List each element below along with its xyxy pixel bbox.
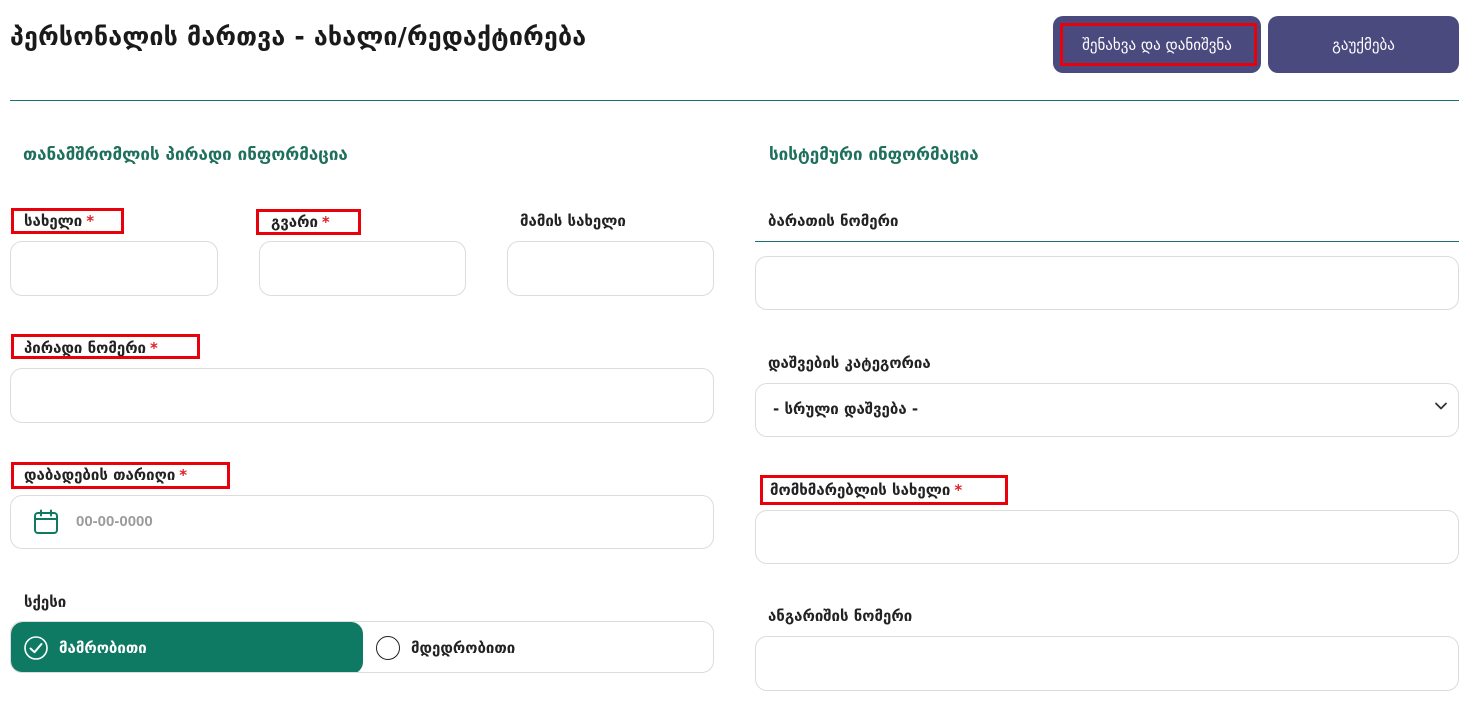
account-number-label: ანგარიშის ნომერი (768, 607, 913, 625)
birth-date-label: დაბადების თარიღი * (24, 466, 187, 484)
access-category-select[interactable]: - სრული დაშვება - (755, 383, 1459, 437)
personal-id-input[interactable] (10, 368, 714, 423)
birth-date-label-text: დაბადების თარიღი (24, 466, 176, 484)
birth-date-placeholder: 00-00-0000 (76, 513, 153, 530)
first-name-input[interactable] (10, 241, 218, 296)
save-and-assign-button[interactable]: შენახვა და დანიშვნა (1053, 16, 1261, 73)
last-name-label: გვარი * (271, 213, 330, 231)
access-category-label: დაშვების კატეგორია (768, 354, 931, 372)
account-number-input[interactable] (755, 636, 1459, 691)
gender-radio-group: მამრობითი მდედრობითი (10, 621, 714, 673)
gender-option-male[interactable]: მამრობითი (11, 622, 363, 672)
gender-option-male-label: მამრობითი (59, 639, 147, 657)
required-mark: * (179, 466, 188, 484)
personal-id-label: პირადი ნომერი * (24, 339, 158, 357)
cancel-button[interactable]: გაუქმება (1268, 16, 1459, 73)
gender-option-female[interactable]: მდედრობითი (363, 622, 713, 672)
personal-info-section-title: თანამშრომლის პირადი ინფორმაცია (23, 145, 348, 165)
father-name-input[interactable] (507, 241, 714, 296)
required-mark: * (150, 339, 158, 357)
calendar-icon[interactable] (33, 509, 59, 535)
father-name-label: მამის სახელი (520, 212, 626, 230)
username-input[interactable] (755, 510, 1459, 564)
access-category-value: - სრული დაშვება - (773, 400, 919, 418)
first-name-label: სახელი * (24, 212, 94, 230)
last-name-label-text: გვარი (271, 213, 318, 231)
header-divider (10, 100, 1459, 101)
first-name-label-text: სახელი (24, 212, 83, 230)
required-mark: * (86, 212, 95, 230)
chevron-down-icon (1435, 402, 1447, 410)
card-number-label: ბარათის ნომერი (768, 212, 899, 230)
birth-date-input[interactable]: 00-00-0000 (10, 495, 714, 549)
username-label-text: მომხმარებლის სახელი (770, 481, 951, 499)
card-number-input[interactable] (755, 256, 1459, 310)
radio-circle-icon (376, 636, 400, 660)
check-circle-icon (24, 636, 48, 660)
page-title: პერსონალის მართვა - ახალი/რედაქტირება (10, 22, 587, 51)
gender-label: სქესი (24, 593, 67, 611)
required-mark: * (321, 213, 330, 231)
last-name-input[interactable] (259, 241, 466, 296)
required-mark: * (954, 481, 963, 499)
system-info-section-title: სისტემური ინფორმაცია (769, 145, 979, 165)
card-number-underline (755, 241, 1459, 242)
gender-option-female-label: მდედრობითი (411, 639, 516, 657)
personal-id-label-text: პირადი ნომერი (24, 339, 146, 357)
username-label: მომხმარებლის სახელი * (770, 481, 962, 499)
